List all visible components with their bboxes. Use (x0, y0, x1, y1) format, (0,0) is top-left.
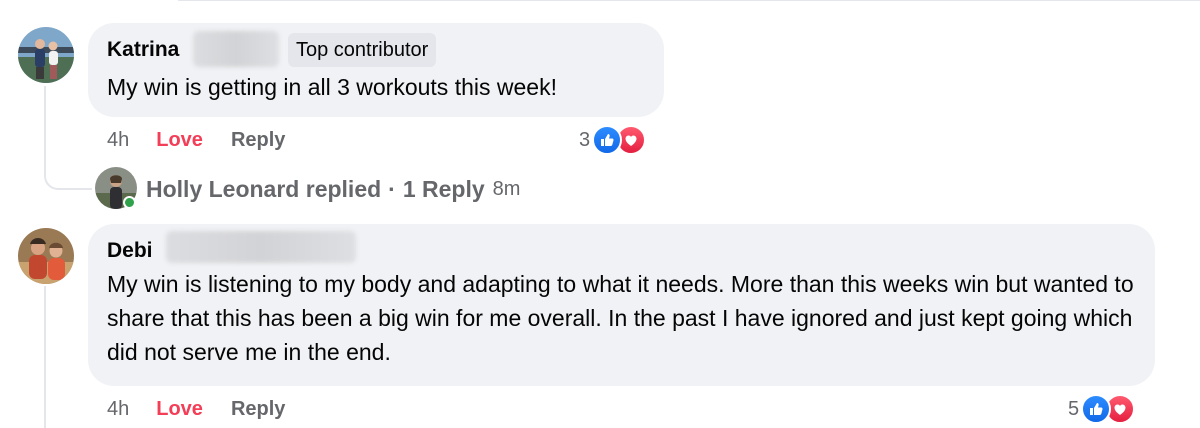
online-status-indicator (123, 196, 136, 209)
comment-actions: 4h Love Reply (107, 126, 285, 154)
thread-line (44, 286, 46, 428)
avatar[interactable] (18, 27, 74, 83)
comment-timestamp[interactable]: 4h (107, 129, 129, 152)
top-divider (178, 0, 1200, 1)
view-replies-link[interactable]: Holly Leonard replied · 1 Reply 8m (146, 174, 520, 204)
love-button[interactable]: Love (156, 129, 203, 152)
redacted-name (193, 31, 279, 67)
avatar[interactable] (18, 228, 74, 284)
love-button[interactable]: Love (156, 398, 203, 421)
comment-author[interactable]: Katrina (107, 38, 179, 62)
comment-author[interactable]: Debi (107, 239, 153, 263)
comment-actions: 4h Love Reply (107, 395, 285, 423)
replies-timestamp: 8m (492, 177, 521, 200)
reaction-count: 3 (579, 128, 591, 151)
replies-author: Holly Leonard replied (146, 175, 382, 202)
redacted-name (166, 231, 356, 263)
reply-button[interactable]: Reply (231, 129, 285, 152)
reaction-summary[interactable]: 3 (579, 124, 647, 156)
comment-timestamp[interactable]: 4h (107, 398, 129, 421)
thread-connector (44, 160, 92, 190)
reply-button[interactable]: Reply (231, 398, 285, 421)
replies-separator: · (388, 175, 396, 202)
reaction-summary[interactable]: 5 (1068, 393, 1136, 425)
replies-count: 1 Reply (402, 175, 485, 202)
like-icon (1081, 394, 1112, 424)
comment-text: My win is listening to my body and adapt… (107, 271, 1134, 365)
reaction-count: 5 (1068, 397, 1080, 420)
comment-text: My win is getting in all 3 workouts this… (107, 74, 557, 100)
like-icon (592, 125, 623, 155)
top-contributor-badge: Top contributor (288, 33, 437, 67)
